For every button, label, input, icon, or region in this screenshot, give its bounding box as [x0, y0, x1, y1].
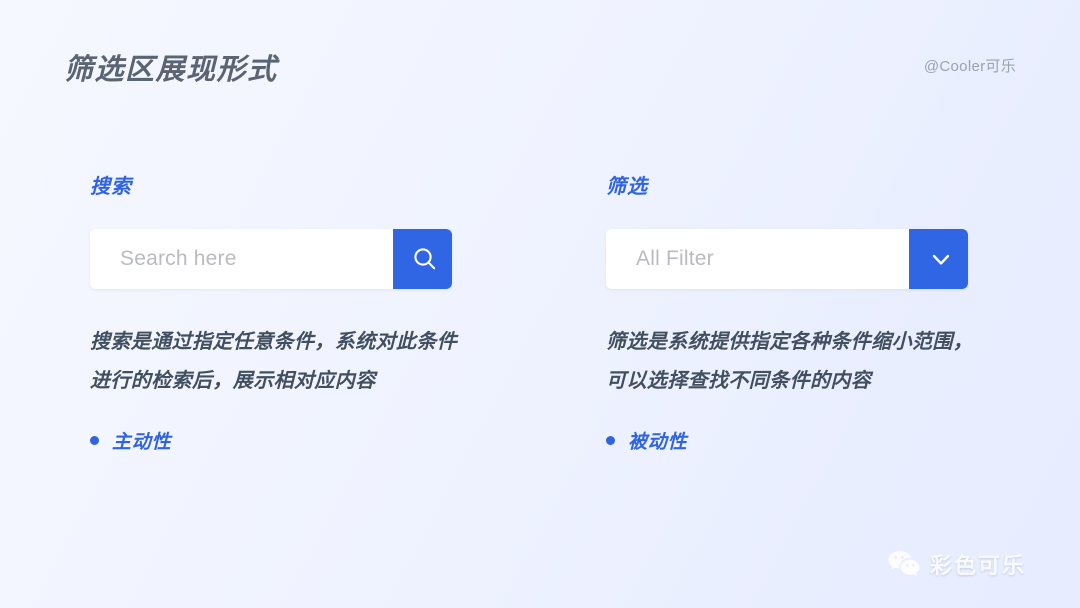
description-filter: 筛选是系统提供指定各种条件缩小范围，可以选择查找不同条件的内容	[606, 331, 974, 392]
bullet-dot-icon	[606, 436, 615, 445]
watermark: 彩色可乐	[887, 548, 1026, 580]
bullet-label-search: 主动性	[112, 432, 172, 453]
filter-control[interactable]	[606, 229, 968, 289]
column-heading-search: 搜索	[90, 176, 132, 198]
filter-dropdown-button[interactable]	[909, 229, 968, 289]
column-heading-filter: 筛选	[606, 176, 648, 198]
description-search: 搜索是通过指定任意条件，系统对此条件进行的检索后，展示相对应内容	[90, 331, 458, 392]
bullet-filter: 被动性	[606, 427, 1006, 454]
search-control[interactable]	[90, 229, 452, 289]
slide-header: 筛选区展现形式 @Cooler可乐	[0, 0, 1080, 106]
page-title: 筛选区展现形式	[64, 54, 278, 86]
watermark-text: 彩色可乐	[929, 553, 1026, 578]
chevron-down-icon	[926, 244, 956, 274]
author-attribution: @Cooler可乐	[923, 58, 1016, 75]
search-icon	[410, 244, 440, 274]
bullet-search: 主动性	[90, 427, 490, 454]
column-search: 搜索 搜索是通过指定任意条件，系统对此条件进行的检索后，展示相对应内容 主动性	[90, 170, 490, 454]
bullet-dot-icon	[90, 436, 99, 445]
column-filter: 筛选 筛选是系统提供指定各种条件缩小范围，可以选择查找不同条件的内容 被动性	[606, 170, 1006, 454]
bullet-label-filter: 被动性	[628, 432, 688, 453]
wechat-icon	[887, 549, 921, 579]
filter-select-input[interactable]	[606, 229, 909, 289]
search-input[interactable]	[90, 229, 393, 289]
slide-canvas: 筛选区展现形式 @Cooler可乐 搜索 搜索是通过指定任意条件，系统对此条件进…	[0, 0, 1080, 608]
search-button[interactable]	[393, 229, 452, 289]
